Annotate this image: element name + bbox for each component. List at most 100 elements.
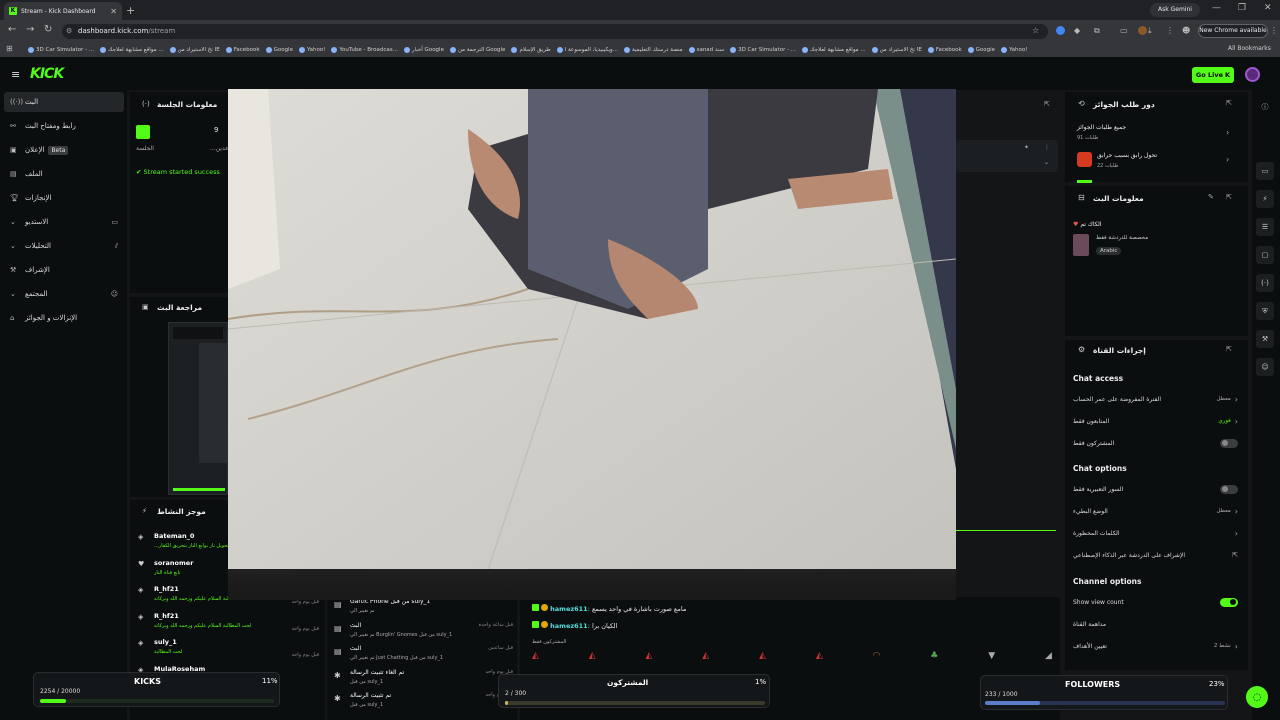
bookmark-item[interactable]: Google	[967, 46, 995, 53]
channel-setting-row[interactable]: السور التعبيرية فقط	[1073, 482, 1238, 496]
bookmark-item[interactable]: 3D Car Simulator - ...	[28, 46, 94, 53]
hammer-icon[interactable]: ⚒	[1256, 330, 1274, 348]
chevron-right-icon[interactable]: ›	[1226, 128, 1229, 137]
emote-icon[interactable]: ♣	[930, 651, 938, 661]
emote-icon[interactable]: ◢	[1045, 651, 1052, 661]
chrome-update-button[interactable]: New Chrome available	[1198, 24, 1268, 38]
reward-item-title[interactable]: تحول رابق بسبب حرابق	[1097, 152, 1157, 159]
minimize-icon[interactable]: —	[1212, 3, 1221, 13]
forward-icon[interactable]: →	[26, 24, 34, 35]
list-icon[interactable]: ☰	[1256, 218, 1274, 236]
close-tab-icon[interactable]: ✕	[110, 7, 117, 16]
bookmark-item[interactable]: مواقع مشابهة لعلاجك ...	[99, 46, 164, 53]
channel-setting-row[interactable]: المشتركون فقط	[1073, 436, 1238, 450]
ask-gemini-button[interactable]: Ask Gemini	[1150, 3, 1200, 17]
channel-setting-row[interactable]: المتابعون فقط فوري ›	[1073, 414, 1238, 428]
apps-grid-icon[interactable]: ⊞	[6, 44, 13, 53]
activity-username[interactable]: R_hf21	[154, 612, 179, 620]
chat-icon[interactable]: ▢	[1256, 246, 1274, 264]
new-tab-button[interactable]: +	[126, 4, 135, 17]
bookmark-item[interactable]: sanad سند	[688, 46, 724, 53]
bookmark-item[interactable]: منصة درستك التعليمية	[623, 46, 683, 53]
popout-icon[interactable]: ⇱	[1226, 99, 1232, 107]
pin-icon[interactable]: ✦	[1024, 144, 1029, 151]
go-live-button[interactable]: Go Live K	[1192, 67, 1234, 83]
channel-setting-row[interactable]: Show view count	[1073, 595, 1238, 609]
activity-username[interactable]: Bateman_0	[154, 532, 194, 540]
profile-icon[interactable]	[1138, 26, 1147, 35]
layout-icon[interactable]: ▭	[1256, 162, 1274, 180]
chat-username[interactable]: hamez611	[550, 605, 588, 613]
browser-tab[interactable]: K Stream - Kick Dashboard ✕	[4, 2, 122, 20]
extension-icon[interactable]: ☻	[1182, 26, 1190, 35]
sidebar-item-ads[interactable]: ▣ الإعلان Beta	[4, 140, 124, 160]
emote-icon[interactable]: ◭	[702, 651, 709, 661]
bolt-icon[interactable]: ⚡︎	[1256, 190, 1274, 208]
channel-setting-row[interactable]: الوضع البطيء معطل ›	[1073, 504, 1238, 518]
cast-icon[interactable]: ▭	[1120, 26, 1128, 35]
sidebar-item-drops[interactable]: ⌂ الإنزالات و الجوائز	[4, 308, 124, 328]
bookmark-item[interactable]: YouTube - Broadcas...	[331, 46, 398, 53]
emote-icon[interactable]: ◭	[589, 651, 596, 661]
url-input[interactable]: dashboard.kick.com/stream	[62, 24, 1048, 39]
emote-icon[interactable]: ◠	[873, 651, 881, 661]
sidebar-item-profile[interactable]: ▤ الملف	[4, 164, 124, 184]
extension-icon[interactable]: ◆	[1074, 26, 1080, 35]
activity-item[interactable]: ◈ suly_1 لحت المطالبة قبل يوم واحد	[138, 638, 323, 664]
all-bookmarks-button[interactable]: All Bookmarks	[1228, 45, 1271, 52]
sidebar-item-stream[interactable]: ((·)) البث	[4, 92, 124, 112]
emote-icon[interactable]: ◭	[532, 651, 539, 661]
bookmark-item[interactable]: Yahoo!	[1001, 46, 1027, 53]
channel-setting-row[interactable]: تعيين الأهداف نشط 2 ›	[1073, 639, 1238, 653]
all-requests-link[interactable]: جميع طلبات الجوائز	[1077, 124, 1126, 131]
hamburger-menu-icon[interactable]: ≡	[11, 68, 20, 81]
chat-username[interactable]: hamez611	[550, 622, 588, 630]
menu-icon[interactable]: ⋮	[1166, 26, 1174, 35]
activity-username[interactable]: suly_1	[154, 638, 177, 646]
toggle-switch[interactable]	[1220, 597, 1238, 607]
bookmark-item[interactable]: تخ الاستيراد من IE	[169, 46, 220, 53]
kick-logo[interactable]: KICK	[30, 66, 64, 82]
channel-setting-row[interactable]: الفترة المفروضة على عمر الحساب معطل ›	[1073, 392, 1238, 406]
help-chat-button[interactable]: ◌	[1246, 686, 1268, 708]
site-info-icon[interactable]: ⚙	[66, 27, 72, 35]
toggle-switch[interactable]	[1220, 438, 1238, 448]
chevron-down-icon[interactable]: ⌄	[1044, 159, 1049, 166]
sidebar-item-moderation[interactable]: ⚒ الإشراف	[4, 260, 124, 280]
download-icon[interactable]: ⤓	[1148, 26, 1152, 36]
category-name[interactable]: مخصصة للدردشة فقط	[1096, 235, 1148, 241]
sidebar-item-analytics[interactable]: ⌄ التحليلات ⫽	[4, 236, 124, 256]
channel-setting-row[interactable]: الكلمات المحظورة ›	[1073, 526, 1238, 540]
shield-icon[interactable]: ⛨	[1256, 302, 1274, 320]
activity-username[interactable]: R_hf21	[154, 585, 179, 593]
close-window-icon[interactable]: ✕	[1264, 3, 1272, 13]
reload-icon[interactable]: ↻	[44, 24, 52, 35]
broadcast-icon[interactable]: (·)	[1256, 274, 1274, 292]
stream-video-player[interactable]	[228, 89, 956, 600]
sidebar-item-achievements[interactable]: 🏆︎ الإنجازات	[4, 188, 124, 208]
toggle-switch[interactable]	[1220, 484, 1238, 494]
bookmark-item[interactable]: 3D Car Simulator - ...	[730, 46, 796, 53]
emote-icon[interactable]: ▼	[988, 651, 995, 661]
bookmark-item[interactable]: Google	[265, 46, 293, 53]
sidebar-item-studio[interactable]: ⌄ الاستديو ▭	[4, 212, 124, 232]
maximize-icon[interactable]: ❐	[1238, 3, 1246, 13]
bookmark-item[interactable]: Facebook	[927, 46, 962, 53]
activity-username[interactable]: soranomer	[154, 559, 193, 567]
chrome-menu-icon[interactable]: ⋮	[1270, 26, 1278, 35]
bookmark-item[interactable]: طريق الإسلام	[511, 46, 551, 53]
bookmark-star-icon[interactable]: ☆	[1032, 26, 1039, 35]
channel-setting-row[interactable]: الإشراف على الدردشة عبر الذكاء الإصطناعي…	[1073, 548, 1238, 562]
back-icon[interactable]: ←	[8, 24, 16, 35]
preview-thumbnail[interactable]	[168, 322, 228, 495]
bookmark-item[interactable]: ويكيبيديا، الموسوعة ا...	[556, 46, 618, 53]
bookmark-item[interactable]: Yahoo!	[298, 46, 325, 53]
chevron-right-icon[interactable]: ›	[1226, 155, 1229, 164]
extension-icon[interactable]	[1056, 26, 1065, 35]
bookmark-item[interactable]: تخ الاستيراد من IE	[871, 46, 922, 53]
info-icon[interactable]: ⓘ	[1256, 98, 1274, 116]
sidebar-item-community[interactable]: ⌄ المجتمع ☺	[4, 284, 124, 304]
more-options-icon[interactable]: ⋮	[1044, 144, 1050, 151]
popout-icon[interactable]: ⇱	[1226, 193, 1232, 201]
emote-icon[interactable]: ◭	[759, 651, 766, 661]
